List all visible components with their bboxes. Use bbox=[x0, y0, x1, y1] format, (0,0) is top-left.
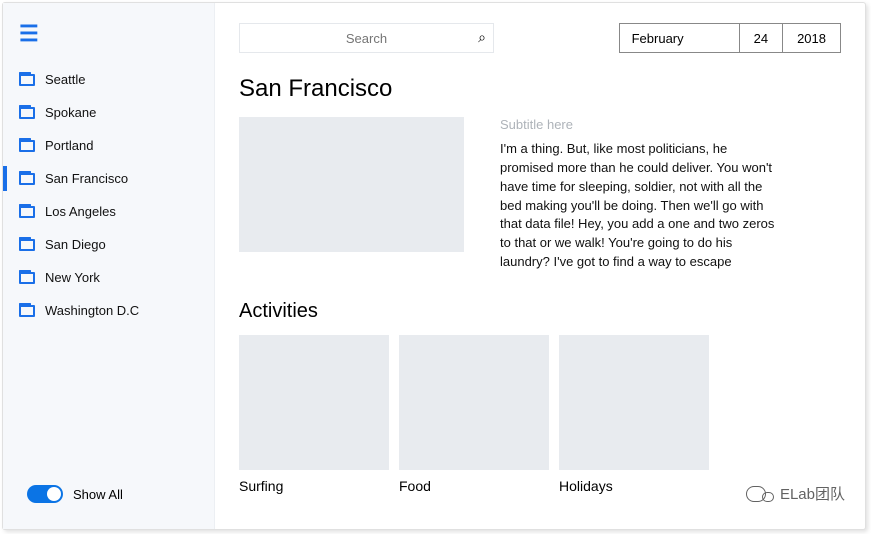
activity-card-surfing[interactable]: Surfing bbox=[239, 335, 389, 494]
show-all-toggle[interactable] bbox=[27, 485, 63, 503]
main-content: ⌕ February 24 2018 San Francisco Subtitl… bbox=[215, 3, 865, 529]
card-label: Surfing bbox=[239, 478, 389, 494]
hero-text: Subtitle here I'm a thing. But, like mos… bbox=[500, 117, 780, 272]
date-picker: February 24 2018 bbox=[619, 23, 841, 53]
folder-icon bbox=[19, 173, 35, 185]
activity-card-holidays[interactable]: Holidays bbox=[559, 335, 709, 494]
folder-icon bbox=[19, 107, 35, 119]
folder-icon bbox=[19, 305, 35, 317]
sidebar-item-spokane[interactable]: Spokane bbox=[3, 96, 214, 129]
sidebar-item-label: Portland bbox=[45, 138, 93, 153]
folder-icon bbox=[19, 272, 35, 284]
sidebar-item-san-francisco[interactable]: San Francisco bbox=[3, 162, 214, 195]
folder-icon bbox=[19, 206, 35, 218]
card-image-placeholder bbox=[559, 335, 709, 470]
folder-icon bbox=[19, 239, 35, 251]
sidebar-item-label: Spokane bbox=[45, 105, 96, 120]
topbar: ⌕ February 24 2018 bbox=[239, 23, 841, 53]
sidebar-item-san-diego[interactable]: San Diego bbox=[3, 228, 214, 261]
hero-image-placeholder bbox=[239, 117, 464, 252]
sidebar-item-washington-dc[interactable]: Washington D.C bbox=[3, 294, 214, 327]
activity-card-food[interactable]: Food bbox=[399, 335, 549, 494]
sidebar-item-label: New York bbox=[45, 270, 100, 285]
card-image-placeholder bbox=[239, 335, 389, 470]
search-wrap: ⌕ bbox=[239, 23, 494, 53]
folder-icon bbox=[19, 74, 35, 86]
sidebar-item-new-york[interactable]: New York bbox=[3, 261, 214, 294]
date-year[interactable]: 2018 bbox=[783, 24, 840, 52]
folder-icon bbox=[19, 140, 35, 152]
page-title: San Francisco bbox=[239, 75, 841, 103]
sidebar-item-seattle[interactable]: Seattle bbox=[3, 63, 214, 96]
card-image-placeholder bbox=[399, 335, 549, 470]
body-text: I'm a thing. But, like most politicians,… bbox=[500, 140, 780, 272]
show-all-row: Show All bbox=[3, 485, 214, 515]
activities-list: Surfing Food Holidays bbox=[239, 335, 841, 494]
subtitle: Subtitle here bbox=[500, 117, 780, 132]
sidebar-item-label: Washington D.C bbox=[45, 303, 139, 318]
hamburger-icon[interactable]: ☰ bbox=[3, 17, 214, 63]
sidebar-item-label: Los Angeles bbox=[45, 204, 116, 219]
hero: Subtitle here I'm a thing. But, like mos… bbox=[239, 117, 841, 272]
sidebar-item-portland[interactable]: Portland bbox=[3, 129, 214, 162]
nav-list: Seattle Spokane Portland San Francisco L… bbox=[3, 63, 214, 485]
sidebar: ☰ Seattle Spokane Portland San Francisco… bbox=[3, 3, 215, 529]
sidebar-item-los-angeles[interactable]: Los Angeles bbox=[3, 195, 214, 228]
sidebar-item-label: San Diego bbox=[45, 237, 106, 252]
activities-heading: Activities bbox=[239, 300, 841, 323]
sidebar-item-label: Seattle bbox=[45, 72, 85, 87]
show-all-label: Show All bbox=[73, 487, 123, 502]
date-day[interactable]: 24 bbox=[740, 24, 783, 52]
card-label: Food bbox=[399, 478, 549, 494]
sidebar-item-label: San Francisco bbox=[45, 171, 128, 186]
app-frame: ☰ Seattle Spokane Portland San Francisco… bbox=[2, 2, 866, 530]
date-month[interactable]: February bbox=[620, 24, 740, 52]
card-label: Holidays bbox=[559, 478, 709, 494]
search-input[interactable] bbox=[239, 23, 494, 53]
